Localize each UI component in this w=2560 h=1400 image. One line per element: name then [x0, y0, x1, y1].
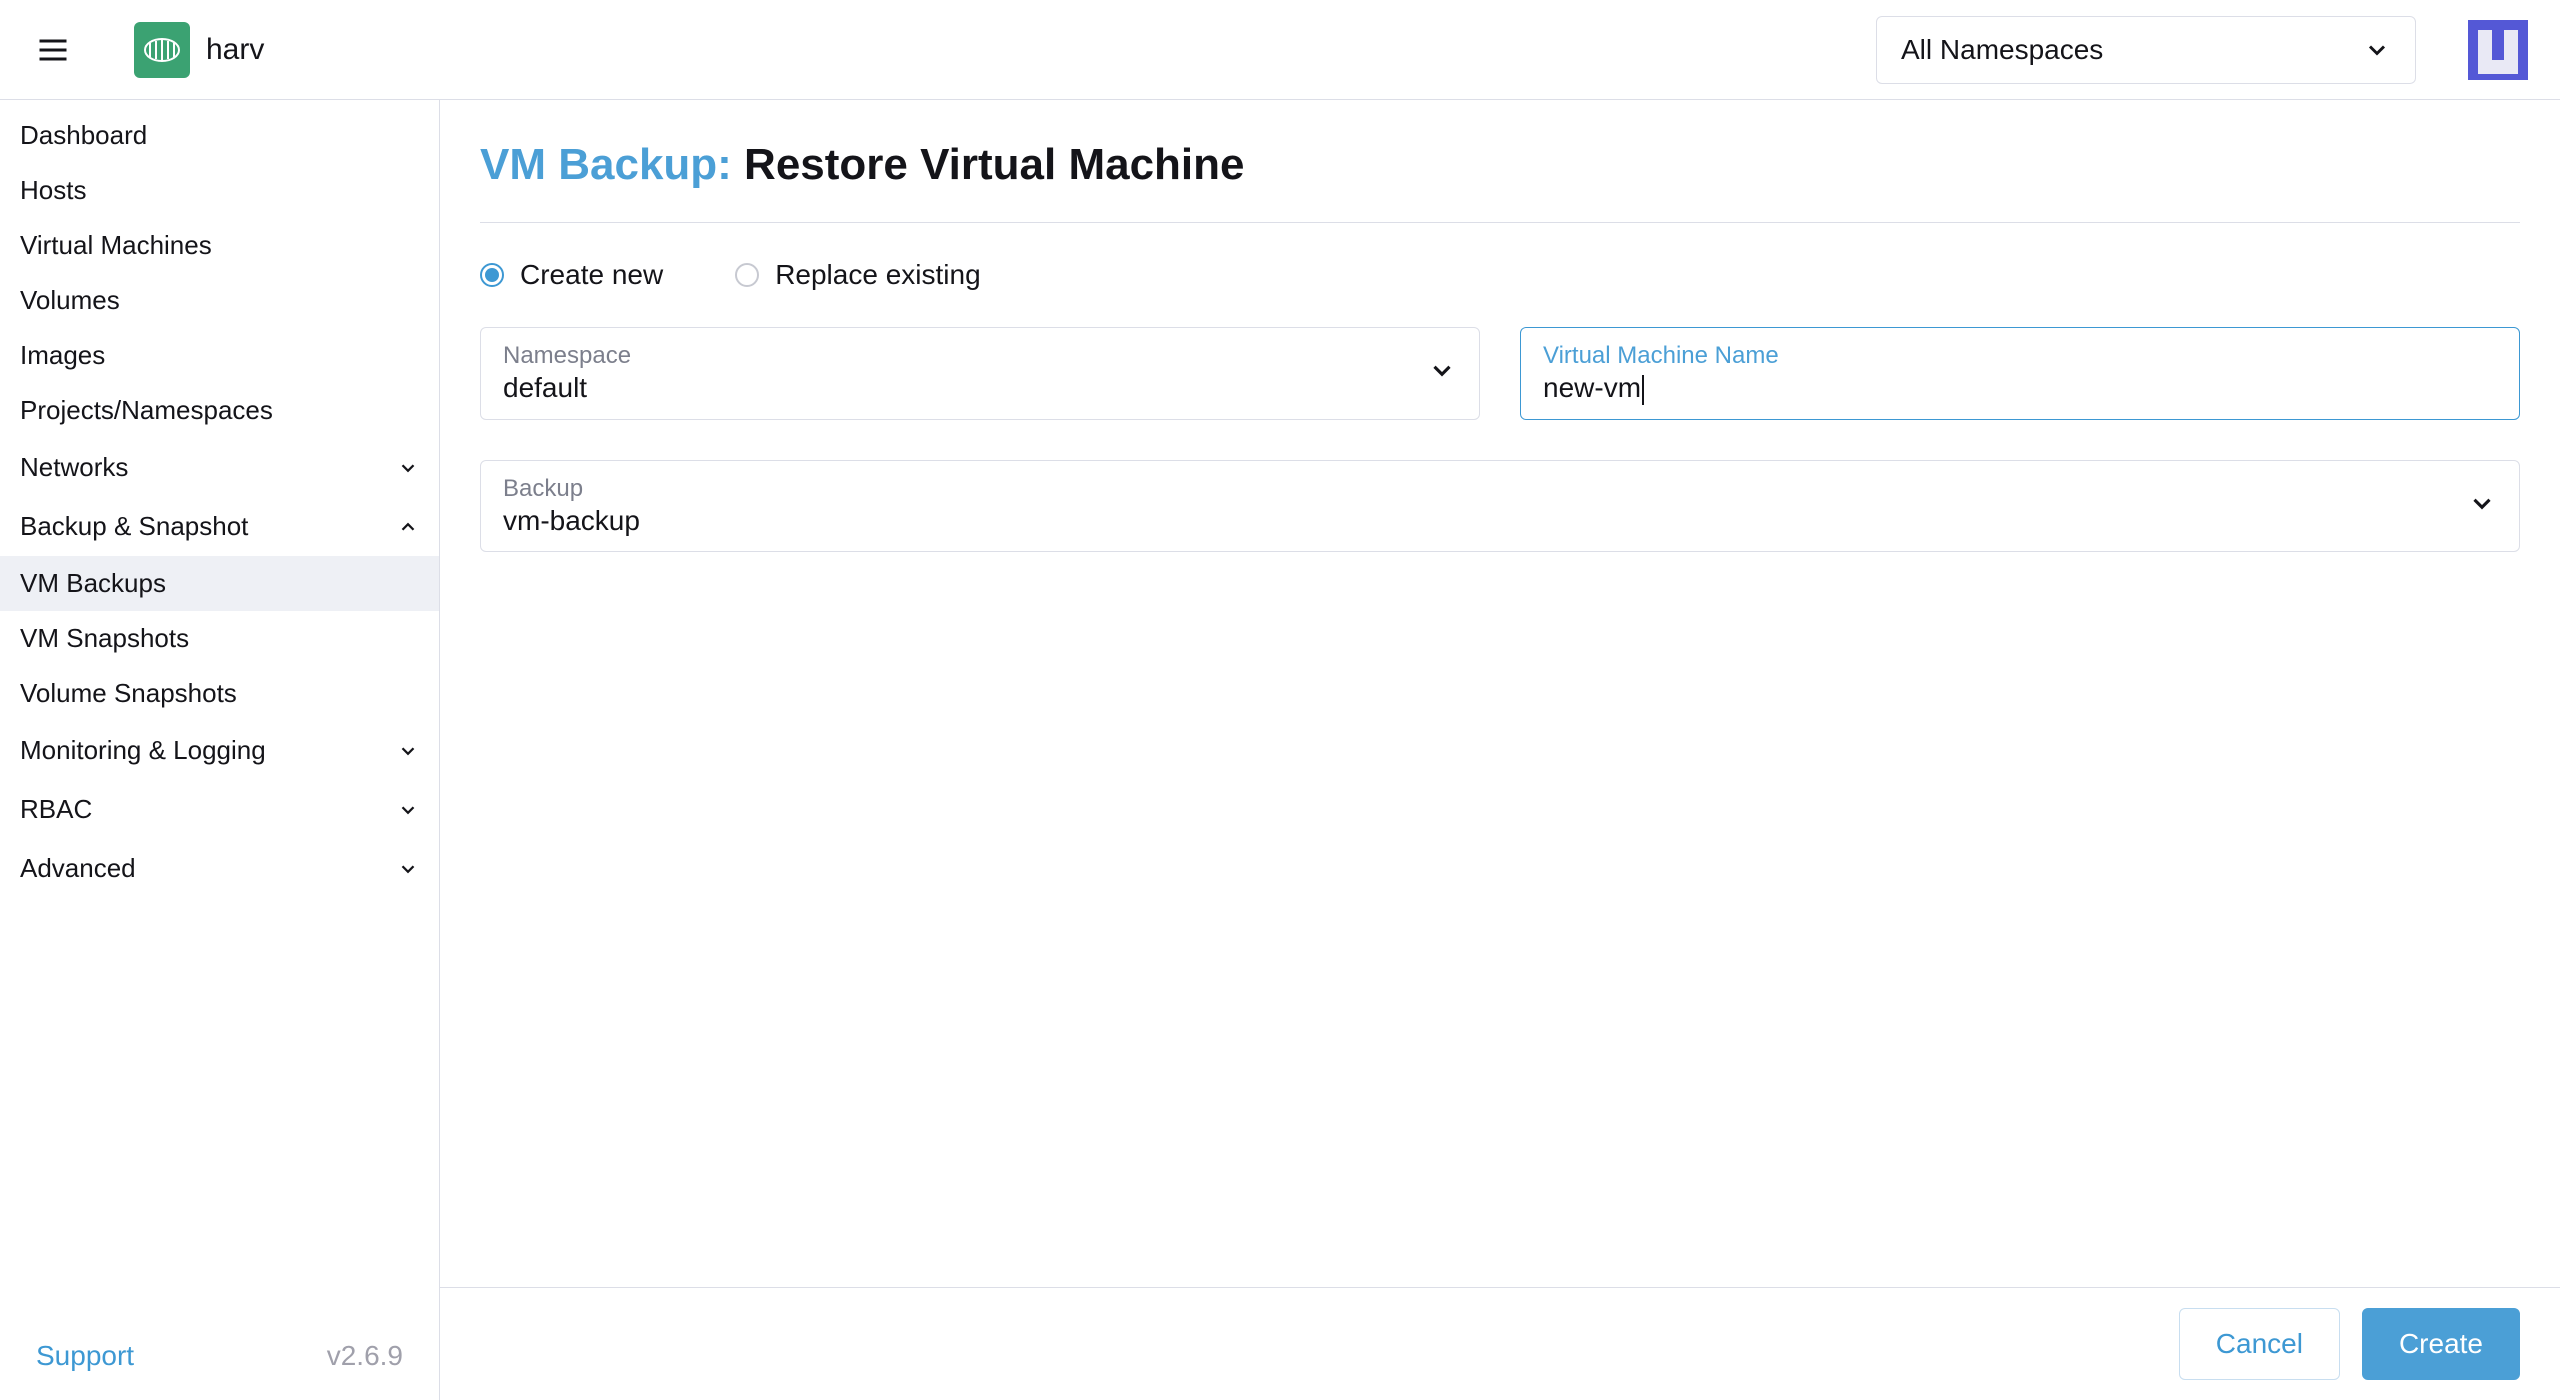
app-logo[interactable]: [134, 22, 190, 78]
sidebar-group-networks[interactable]: Networks: [0, 438, 439, 497]
radio-create-new[interactable]: Create new: [480, 259, 663, 291]
cancel-button[interactable]: Cancel: [2179, 1308, 2340, 1380]
chevron-down-icon: [397, 799, 419, 821]
sidebar-item-volume-snapshots[interactable]: Volume Snapshots: [0, 666, 439, 721]
harvester-logo-icon: [142, 30, 182, 70]
avatar-icon: [2468, 20, 2528, 80]
sidebar-group-monitoring-logging[interactable]: Monitoring & Logging: [0, 721, 439, 780]
chevron-down-icon: [2467, 488, 2497, 518]
support-link[interactable]: Support: [36, 1340, 134, 1372]
page-title: VM Backup: Restore Virtual Machine: [480, 140, 2520, 223]
chevron-down-icon: [397, 858, 419, 880]
chevron-down-icon: [397, 740, 419, 762]
sidebar-group-label: RBAC: [20, 794, 397, 825]
sidebar-group-advanced[interactable]: Advanced: [0, 839, 439, 898]
sidebar-item-vm-backups[interactable]: VM Backups: [0, 556, 439, 611]
text-cursor: [1642, 375, 1644, 405]
header: harv All Namespaces: [0, 0, 2560, 100]
namespace-selector-label: All Namespaces: [1901, 34, 2363, 66]
vm-name-text: new-vm: [1543, 372, 1641, 403]
sidebar-group-backup-snapshot[interactable]: Backup & Snapshot: [0, 497, 439, 556]
page-title-prefix: VM Backup:: [480, 140, 744, 189]
sidebar-item-hosts[interactable]: Hosts: [0, 163, 439, 218]
radio-replace-existing[interactable]: Replace existing: [735, 259, 980, 291]
sidebar-item-projects-namespaces[interactable]: Projects/Namespaces: [0, 383, 439, 438]
sidebar-item-images[interactable]: Images: [0, 328, 439, 383]
user-avatar[interactable]: [2468, 20, 2528, 80]
page-title-main: Restore Virtual Machine: [744, 140, 1244, 189]
sidebar-group-label: Networks: [20, 452, 397, 483]
create-button[interactable]: Create: [2362, 1308, 2520, 1380]
field-label: Virtual Machine Name: [1543, 342, 2497, 370]
field-value: new-vm: [1543, 372, 2497, 405]
sidebar-item-virtual-machines[interactable]: Virtual Machines: [0, 218, 439, 273]
field-value: default: [503, 372, 1457, 404]
field-label: Backup: [503, 475, 2497, 503]
restore-mode-radios: Create new Replace existing: [480, 223, 2520, 327]
sidebar-group-rbac[interactable]: RBAC: [0, 780, 439, 839]
sidebar-group-label: Advanced: [20, 853, 397, 884]
field-label: Namespace: [503, 342, 1457, 370]
chevron-down-icon: [397, 457, 419, 479]
sidebar-item-volumes[interactable]: Volumes: [0, 273, 439, 328]
sidebar-footer: Support v2.6.9: [0, 1310, 439, 1400]
chevron-down-icon: [1427, 356, 1457, 386]
sidebar-item-dashboard[interactable]: Dashboard: [0, 108, 439, 163]
app-name[interactable]: harv: [206, 33, 264, 67]
main-content: VM Backup: Restore Virtual Machine Creat…: [440, 100, 2560, 1400]
vm-name-field[interactable]: Virtual Machine Name new-vm: [1520, 327, 2520, 420]
namespace-field[interactable]: Namespace default: [480, 327, 1480, 420]
radio-icon: [480, 263, 504, 287]
sidebar: Dashboard Hosts Virtual Machines Volumes…: [0, 100, 440, 1400]
radio-icon: [735, 263, 759, 287]
menu-toggle-button[interactable]: [32, 29, 74, 71]
sidebar-nav: Dashboard Hosts Virtual Machines Volumes…: [0, 100, 439, 1310]
backup-field[interactable]: Backup vm-backup: [480, 460, 2520, 552]
radio-label: Replace existing: [775, 259, 980, 291]
footer-bar: Cancel Create: [440, 1287, 2560, 1400]
field-value: vm-backup: [503, 505, 2497, 537]
version-label: v2.6.9: [327, 1340, 403, 1372]
chevron-up-icon: [397, 516, 419, 538]
namespace-selector[interactable]: All Namespaces: [1876, 16, 2416, 84]
sidebar-item-vm-snapshots[interactable]: VM Snapshots: [0, 611, 439, 666]
radio-label: Create new: [520, 259, 663, 291]
sidebar-group-label: Monitoring & Logging: [20, 735, 397, 766]
chevron-down-icon: [2363, 36, 2391, 64]
sidebar-group-label: Backup & Snapshot: [20, 511, 397, 542]
hamburger-icon: [35, 32, 71, 68]
